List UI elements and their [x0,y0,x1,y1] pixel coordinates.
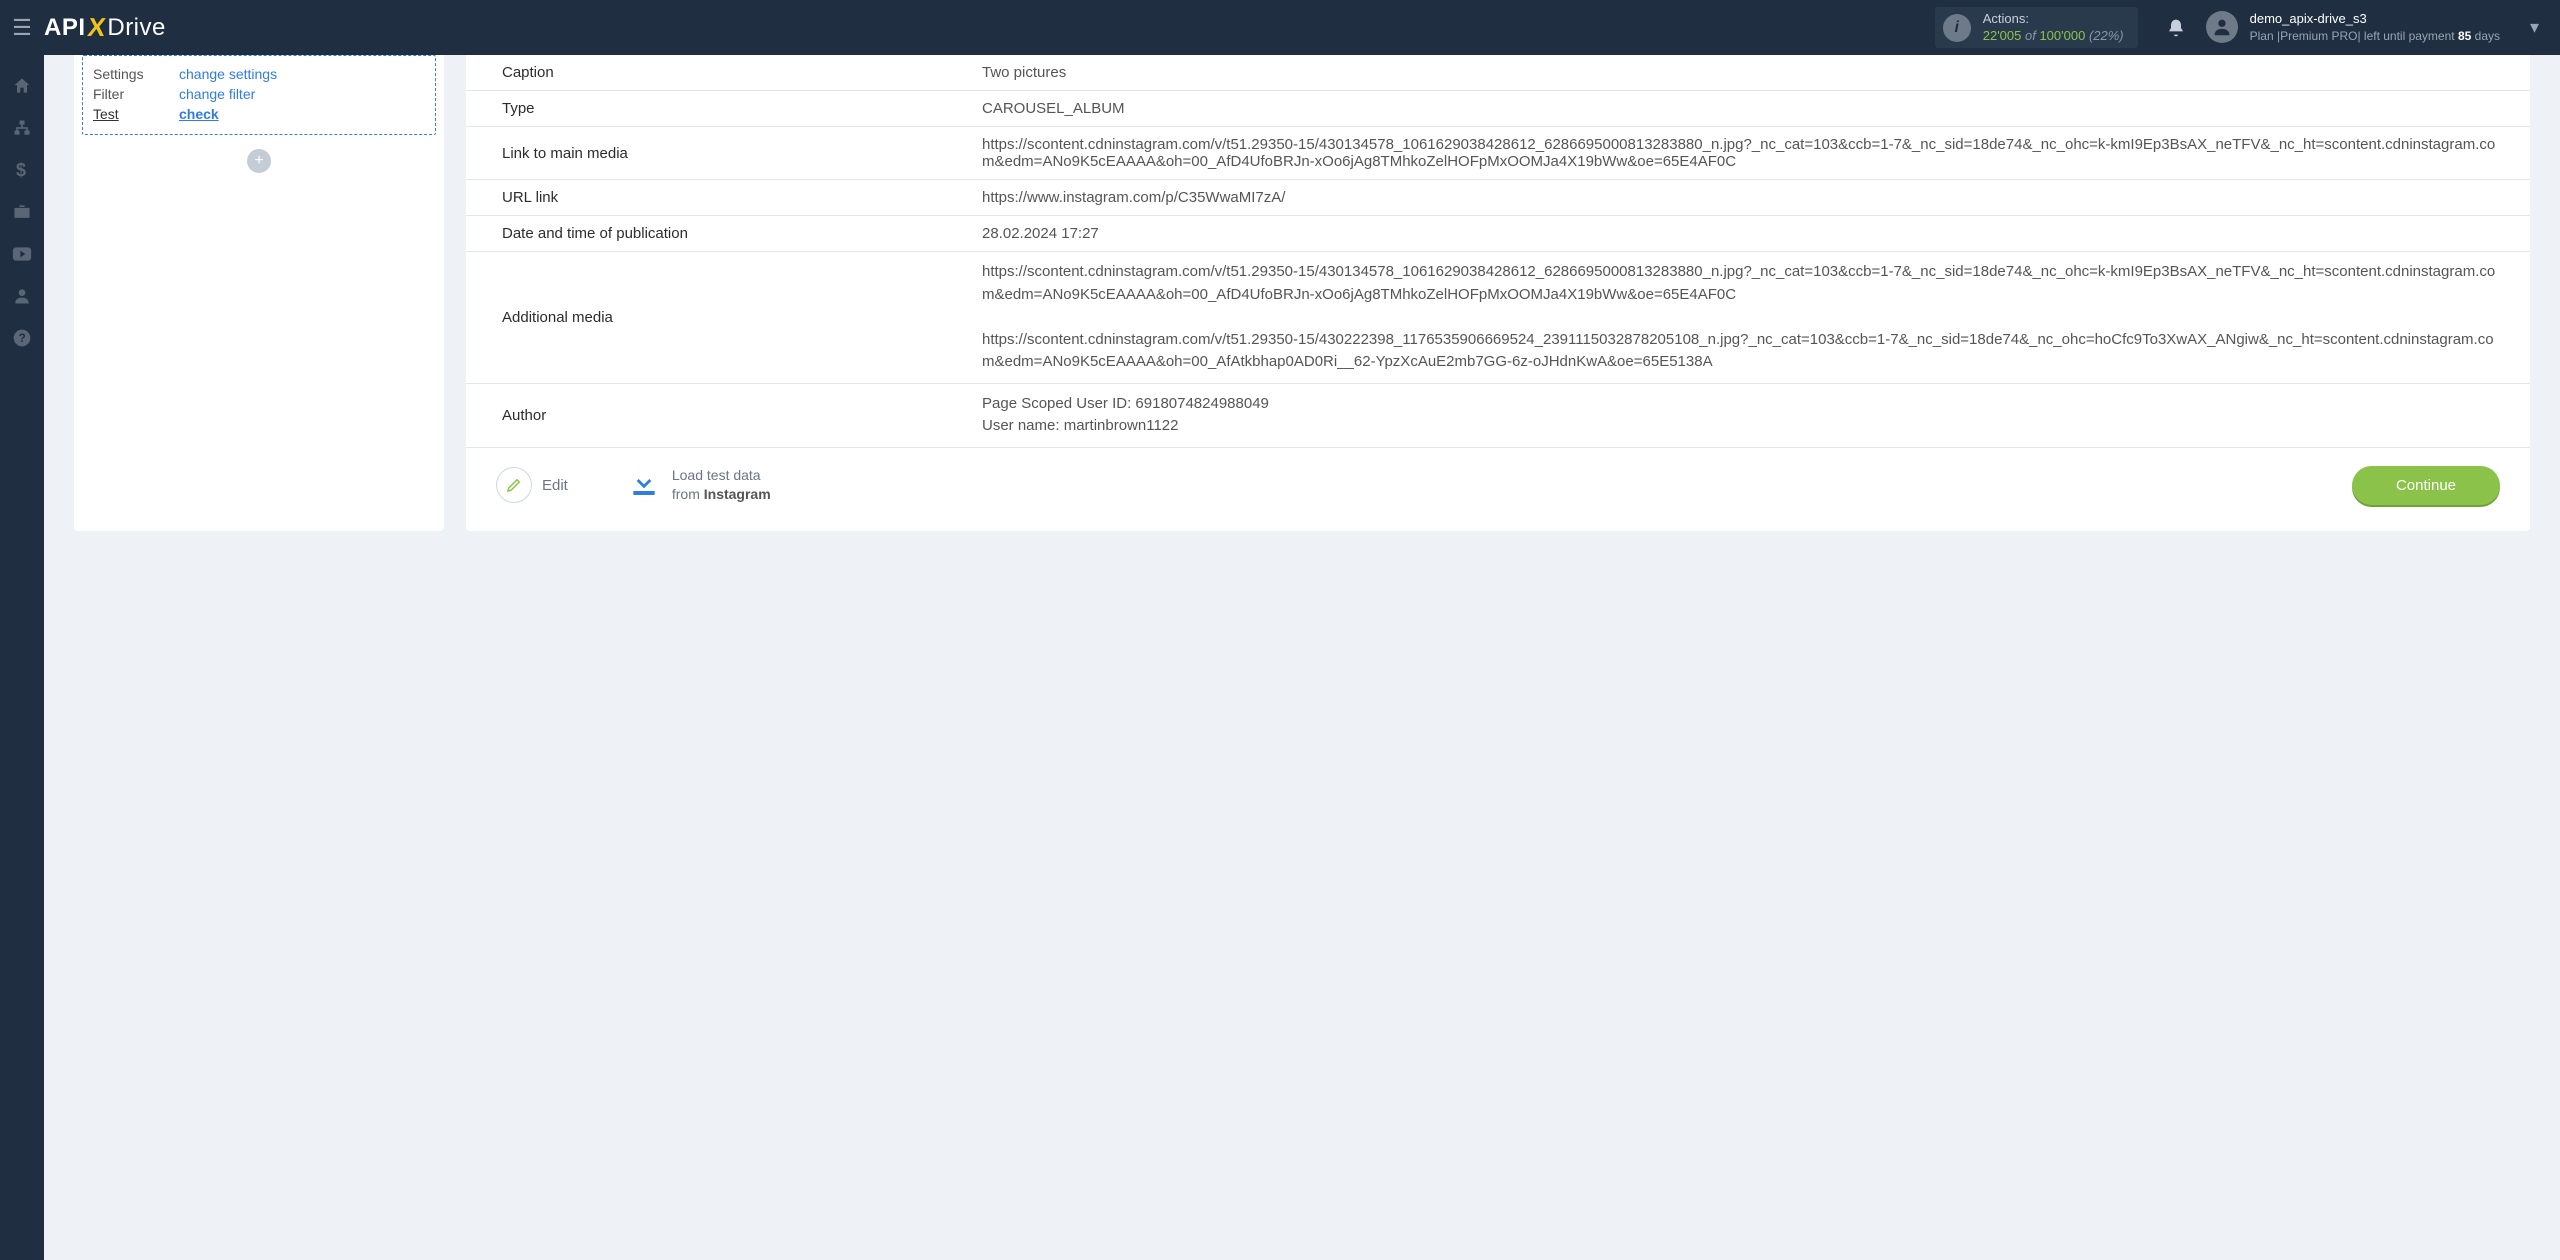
plan-days: 85 [2458,29,2471,43]
actions-of: of [2021,28,2039,43]
table-row: Date and time of publication28.02.2024 1… [466,216,2530,252]
row-value: 28.02.2024 17:27 [976,216,2530,252]
chevron-down-icon[interactable]: ▾ [2530,17,2560,38]
sidebar: $ ? [0,55,44,1260]
user-icon[interactable] [0,275,44,317]
content: Settings change settings Filter change f… [44,55,2560,571]
step-filter-key: Filter [93,86,179,102]
briefcase-icon[interactable] [0,191,44,233]
svg-text:?: ? [19,332,26,345]
row-value: https://scontent.cdninstagram.com/v/t51.… [976,252,2530,384]
table-row: URL linkhttps://www.instagram.com/p/C35W… [466,180,2530,216]
svg-text:$: $ [16,160,26,180]
step-settings-key: Settings [93,66,179,82]
info-icon: i [1943,14,1971,42]
help-icon[interactable]: ? [0,317,44,359]
topbar-right: i Actions: 22'005 of 100'000 (22%) demo_… [1935,0,2560,55]
logo-api: API [44,14,86,42]
row-key: Date and time of publication [466,216,976,252]
row-value: Page Scoped User ID: 6918074824988049 Us… [976,383,2530,447]
plan-suffix: left until payment [2361,29,2458,43]
step-test-key: Test [93,106,179,122]
pencil-icon [496,467,532,503]
notifications-icon[interactable] [2156,18,2196,38]
plan-days-word: days [2471,29,2500,43]
load-test-data-button[interactable]: Load test data from Instagram [628,466,771,504]
load-source: Instagram [704,486,771,502]
row-value: Two pictures [976,55,2530,91]
logo[interactable]: APIXDrive [44,12,166,43]
plan-name: |Premium PRO| [2277,29,2361,43]
continue-button[interactable]: Continue [2352,466,2500,505]
actions-text: Actions: 22'005 of 100'000 (22%) [1983,11,2124,45]
load-from: from [672,486,704,502]
plan-prefix: Plan [2250,29,2277,43]
data-table: CaptionTwo picturesTypeCAROUSEL_ALBUMLin… [466,55,2530,448]
row-key: Author [466,383,976,447]
logo-drive: Drive [107,14,166,42]
actions-counter[interactable]: i Actions: 22'005 of 100'000 (22%) [1935,7,2138,49]
step-settings-row: Settings change settings [93,64,425,84]
plan-line: Plan |Premium PRO| left until payment 85… [2250,28,2500,45]
check-link[interactable]: check [179,106,219,122]
row-key: Additional media [466,252,976,384]
table-row: Additional mediahttps://scontent.cdninst… [466,252,2530,384]
row-value: https://scontent.cdninstagram.com/v/t51.… [976,127,2530,180]
actions-label: Actions: [1983,11,2124,28]
right-panel: CaptionTwo picturesTypeCAROUSEL_ALBUMLin… [466,55,2530,531]
username: demo_apix-drive_s3 [2250,10,2500,28]
table-row: AuthorPage Scoped User ID: 6918074824988… [466,383,2530,447]
action-row: Edit Load test data from Instagram Conti… [466,448,2530,505]
step-filter-row: Filter change filter [93,84,425,104]
step-test-row: Test check [93,104,425,124]
youtube-icon[interactable] [0,233,44,275]
table-row: TypeCAROUSEL_ALBUM [466,91,2530,127]
left-panel: Settings change settings Filter change f… [74,55,444,531]
topbar: ☰ APIXDrive i Actions: 22'005 of 100'000… [0,0,2560,55]
edit-button[interactable]: Edit [496,467,568,503]
step-box: Settings change settings Filter change f… [82,55,436,135]
avatar-icon [2206,11,2238,43]
logo-x: X [85,12,107,43]
table-row: CaptionTwo pictures [466,55,2530,91]
home-icon[interactable] [0,65,44,107]
row-key: Caption [466,55,976,91]
download-icon [628,467,660,504]
actions-used: 22'005 [1983,28,2022,43]
row-value: https://www.instagram.com/p/C35WwaMI7zA/ [976,180,2530,216]
row-key: Link to main media [466,127,976,180]
menu-toggle[interactable]: ☰ [0,15,44,41]
row-key: URL link [466,180,976,216]
change-filter-link[interactable]: change filter [179,86,255,102]
add-step-button[interactable]: + [247,149,271,173]
actions-total: 100'000 [2039,28,2085,43]
dollar-icon[interactable]: $ [0,149,44,191]
change-settings-link[interactable]: change settings [179,66,277,82]
load-text: Load test data from Instagram [672,466,771,504]
table-row: Link to main mediahttps://scontent.cdnin… [466,127,2530,180]
load-line1: Load test data [672,466,771,485]
user-text: demo_apix-drive_s3 Plan |Premium PRO| le… [2250,10,2500,45]
row-value: CAROUSEL_ALBUM [976,91,2530,127]
edit-label: Edit [542,477,568,494]
user-menu[interactable]: demo_apix-drive_s3 Plan |Premium PRO| le… [2206,10,2500,45]
row-key: Type [466,91,976,127]
structure-icon[interactable] [0,107,44,149]
actions-pct: (22%) [2085,28,2123,43]
